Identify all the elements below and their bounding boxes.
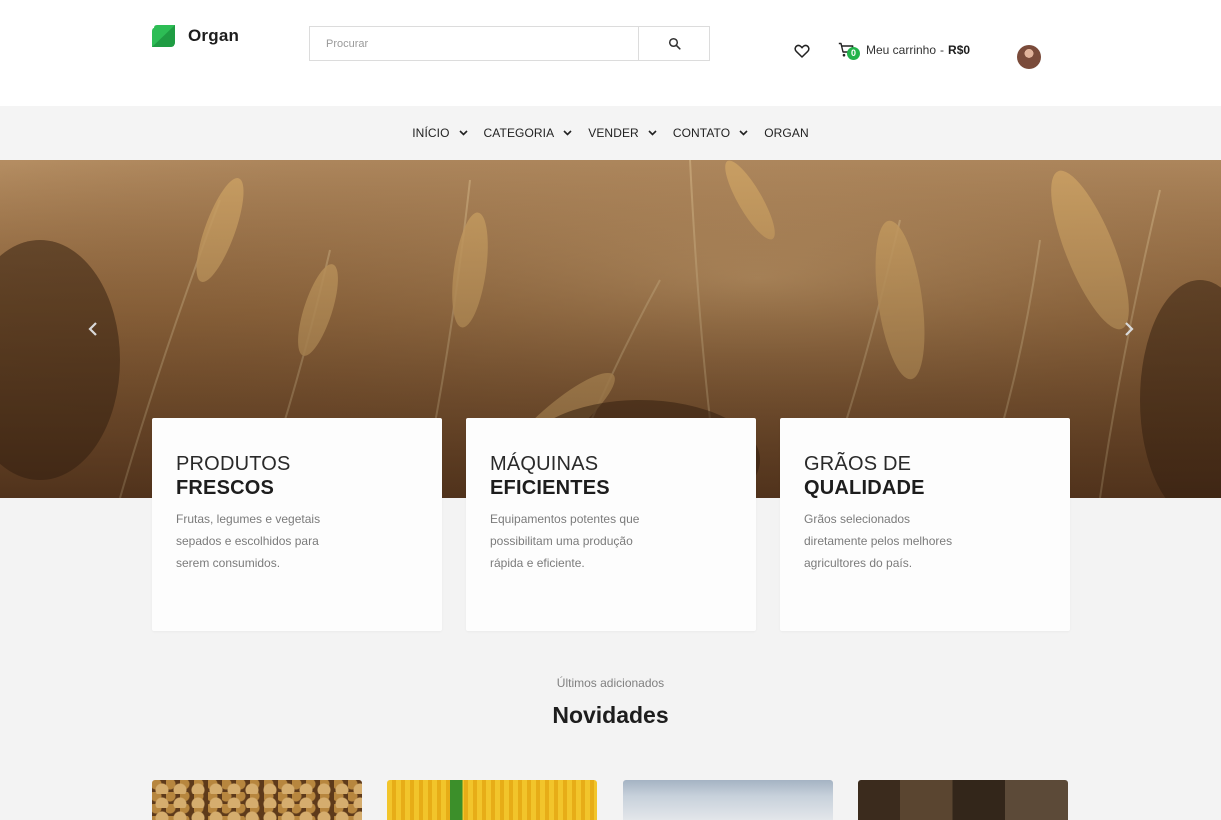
search-button[interactable]: [638, 27, 709, 60]
chevron-down-icon: [563, 130, 572, 136]
feature-title-bold: FRESCOS: [176, 477, 275, 499]
feature-title-bold: EFICIENTES: [490, 477, 610, 499]
avatar[interactable]: [1017, 45, 1041, 69]
feature-card-quality-grains: GRÃOS DE QUALIDADE Grãos selecionados di…: [780, 418, 1070, 631]
cart-separator: -: [940, 43, 945, 57]
product-card-soybeans[interactable]: [152, 780, 362, 820]
chevron-down-icon: [648, 130, 657, 136]
nav-item-organ[interactable]: ORGAN: [764, 126, 809, 140]
search-input[interactable]: [310, 27, 638, 60]
feature-description: Equipamentos potentes que possibilitam u…: [490, 512, 640, 570]
cart-count-badge: 0: [847, 47, 860, 60]
site-header: Organ 0 Meu carrinho - R$0: [0, 0, 1221, 106]
search-icon: [668, 37, 681, 50]
feature-title-light: PRODUTOS: [176, 453, 291, 475]
section-title: Novidades: [552, 702, 669, 728]
search-bar: [309, 26, 710, 61]
nav-item-label: CATEGORIA: [483, 126, 555, 140]
feature-title-bold: QUALIDADE: [804, 477, 925, 499]
feature-title-light: GRÃOS DE: [804, 453, 912, 475]
cart-button[interactable]: 0 Meu carrinho - R$0: [838, 42, 971, 60]
heart-icon[interactable]: [794, 43, 810, 59]
nav-item-contato[interactable]: CONTATO: [673, 126, 748, 140]
leaf-logo-icon: [152, 25, 175, 47]
chevron-down-icon: [739, 130, 748, 136]
product-card-sky-field[interactable]: [623, 780, 833, 820]
nav-item-inicio[interactable]: INÍCIO: [412, 126, 468, 140]
feature-title-light: MÁQUINAS: [490, 453, 599, 475]
cart-total: R$0: [948, 43, 971, 57]
brand-logo[interactable]: Organ: [151, 24, 239, 48]
product-card-barn-interior[interactable]: [858, 780, 1068, 820]
cart-label: Meu carrinho: [866, 43, 937, 57]
nav-item-label: INÍCIO: [412, 126, 450, 140]
brand-name: Organ: [188, 26, 240, 45]
nav-item-label: CONTATO: [672, 126, 731, 140]
main-nav: INÍCIO CATEGORIA VENDER CONTATO ORGAN: [0, 106, 1221, 160]
nav-item-vender[interactable]: VENDER: [588, 126, 657, 140]
section-subtitle: Últimos adicionados: [556, 676, 665, 690]
nav-item-label: ORGAN: [764, 126, 809, 140]
feature-card-fresh-products: PRODUTOS FRESCOS Frutas, legumes e veget…: [152, 418, 442, 631]
nav-item-label: VENDER: [588, 126, 639, 140]
chevron-right-icon[interactable]: [1122, 321, 1136, 337]
feature-description: Grãos selecionados diretamente pelos mel…: [804, 512, 953, 570]
feature-description: Frutas, legumes e vegetais sepados e esc…: [176, 512, 321, 570]
product-card-corn[interactable]: [387, 780, 597, 820]
nav-item-categoria[interactable]: CATEGORIA: [484, 126, 573, 140]
chevron-left-icon[interactable]: [86, 321, 100, 337]
feature-card-efficient-machines: MÁQUINAS EFICIENTES Equipamentos potente…: [466, 418, 756, 631]
chevron-down-icon: [458, 130, 468, 136]
